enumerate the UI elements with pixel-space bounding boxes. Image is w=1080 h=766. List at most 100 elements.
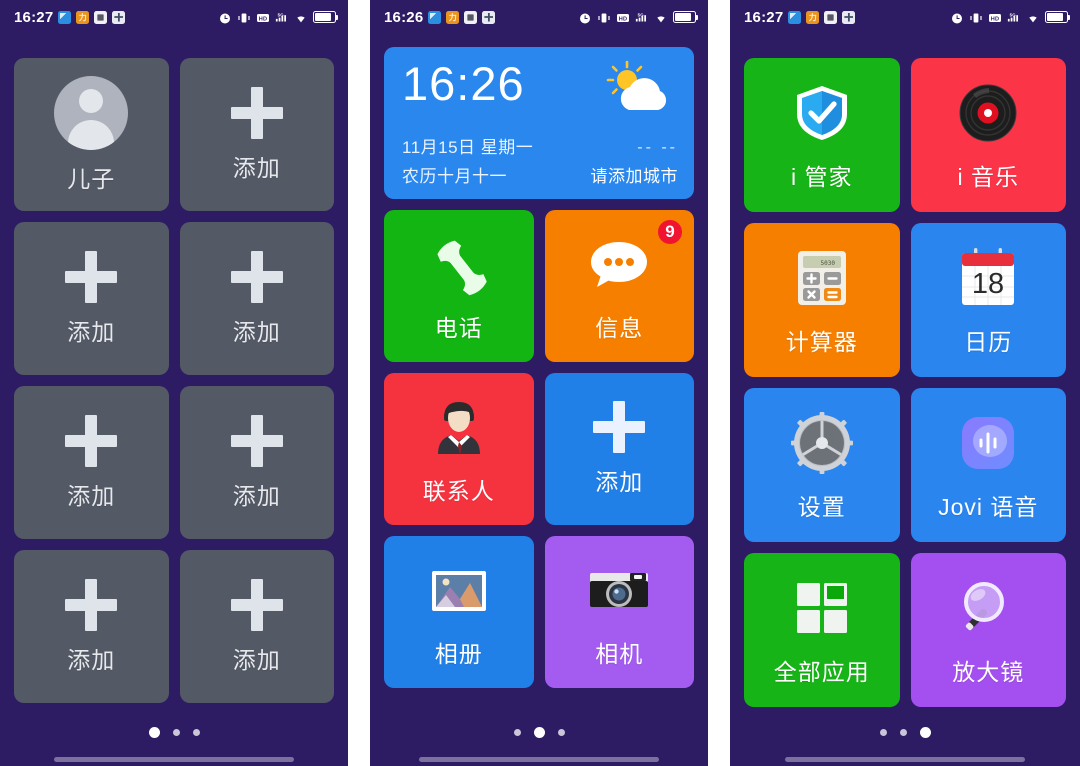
app-album[interactable]: 相册 xyxy=(384,536,534,688)
camera-icon xyxy=(584,555,654,625)
add-contact-4[interactable]: 添加 xyxy=(14,386,169,539)
plus-icon xyxy=(230,86,283,139)
screen-gap-1 xyxy=(348,0,370,766)
add-contact-1[interactable]: 添加 xyxy=(179,58,334,211)
app-camera[interactable]: 相机 xyxy=(544,536,694,688)
plus-icon xyxy=(230,250,283,303)
add-contact-3[interactable]: 添加 xyxy=(179,222,334,375)
add-app[interactable]: 添加 xyxy=(544,373,694,525)
tile-label: 添加 xyxy=(232,482,281,509)
add-contact-2[interactable]: 添加 xyxy=(14,222,169,375)
app-orange-icon: 力 xyxy=(76,10,90,24)
app-contacts[interactable]: 联系人 xyxy=(384,373,534,525)
status-left-2: 16:26 力 xyxy=(384,8,496,26)
page-dot-3[interactable] xyxy=(919,727,931,738)
status-clock: 16:26 xyxy=(384,8,424,26)
page-dot-1[interactable] xyxy=(513,729,521,736)
alarm-icon xyxy=(218,11,232,24)
plus-icon xyxy=(593,401,646,453)
tile-label: 计算器 xyxy=(785,329,858,355)
add-contact-7[interactable]: 添加 xyxy=(179,550,334,703)
app-calendar[interactable]: 18 日历 xyxy=(910,223,1066,377)
app-blue-icon xyxy=(428,10,442,24)
speech-bubble-icon xyxy=(584,229,654,299)
battery-icon xyxy=(673,11,699,23)
tile-label: 日历 xyxy=(964,329,1013,355)
app-messages[interactable]: 9 信息 xyxy=(544,210,694,362)
apps-grid: i 管家 i 音乐 5030 计算器 18 日历 设置 Jovi 语音 全部应用… xyxy=(730,34,1080,707)
widget-bottom-row: 11月15日 星期一 农历十月十一 -- -- 请添加城市 xyxy=(402,133,678,187)
status-bar-3: 16:27 力 HD 5G xyxy=(730,0,1080,34)
tile-label: 相册 xyxy=(434,641,483,667)
svg-text:5G: 5G xyxy=(638,12,645,17)
app-jovi-voice[interactable]: Jovi 语音 xyxy=(910,388,1066,542)
photo-frame-icon xyxy=(424,555,494,625)
app-orange-icon: 力 xyxy=(446,10,460,24)
page-dot-2[interactable] xyxy=(533,727,545,738)
widget-weather-info[interactable]: -- -- 请添加城市 xyxy=(591,139,679,187)
page-dot-1[interactable] xyxy=(148,727,160,738)
app-calculator[interactable]: 5030 计算器 xyxy=(744,223,900,377)
page-dot-2[interactable] xyxy=(172,729,180,736)
wifi-icon xyxy=(654,11,668,24)
screen-gap-2 xyxy=(708,0,730,766)
page-dot-3[interactable] xyxy=(557,729,565,736)
app-i-manager[interactable]: i 管家 xyxy=(744,58,900,212)
signal-5g-icon: 5G xyxy=(635,11,649,24)
vibrate-icon xyxy=(597,11,611,24)
widget-clock: 16:26 xyxy=(402,57,525,110)
unread-badge: 9 xyxy=(656,218,684,246)
app-teal-icon xyxy=(842,10,856,24)
wifi-icon xyxy=(294,11,308,24)
plus-icon xyxy=(65,250,118,303)
battery-icon xyxy=(1045,11,1071,23)
app-phone[interactable]: 电话 xyxy=(384,210,534,362)
vibrate-icon xyxy=(969,11,983,24)
tile-label: 联系人 xyxy=(422,478,495,504)
status-left-1: 16:27 力 xyxy=(14,9,126,26)
home-indicator[interactable] xyxy=(785,757,1025,762)
tile-label: 添加 xyxy=(232,646,281,673)
page-indicator-3[interactable] xyxy=(730,727,1080,738)
tile-label: 添加 xyxy=(595,469,644,495)
contact-son[interactable]: 儿子 xyxy=(14,58,169,211)
plus-icon xyxy=(230,414,283,467)
magnifier-icon xyxy=(953,573,1023,643)
svg-text:5030: 5030 xyxy=(820,260,835,267)
svg-text:HD: HD xyxy=(991,16,999,22)
app-i-music[interactable]: i 音乐 xyxy=(910,58,1066,212)
page-indicator-2[interactable] xyxy=(370,727,708,738)
app-white-icon xyxy=(824,10,838,24)
page-dot-3[interactable] xyxy=(192,729,200,736)
battery-icon xyxy=(313,11,339,23)
hd-icon: HD xyxy=(988,11,1002,24)
app-magnifier[interactable]: 放大镜 xyxy=(910,553,1066,707)
jovi-icon xyxy=(953,408,1023,478)
screenshot-root: 16:27 力 HD 5G 儿子 添加 添加 添加 添加 添加 添加 添加 16… xyxy=(0,0,1080,766)
status-bar-2: 16:26 力 HD 5G xyxy=(370,0,708,34)
gear-icon xyxy=(787,408,857,478)
calculator-icon: 5030 xyxy=(787,243,857,313)
tile-label: 添加 xyxy=(67,482,116,509)
app-all-apps[interactable]: 全部应用 xyxy=(744,553,900,707)
page-dot-2[interactable] xyxy=(899,729,907,736)
page-indicator-1[interactable] xyxy=(0,727,348,738)
status-clock: 16:27 xyxy=(744,8,784,26)
add-contact-6[interactable]: 添加 xyxy=(14,550,169,703)
alarm-icon xyxy=(950,11,964,24)
clock-weather-widget[interactable]: 16:26 11月15日 星期一 农历十月十一 -- -- 请添加城市 xyxy=(384,47,694,199)
widget-date: 11月15日 星期一 xyxy=(402,138,534,157)
svg-text:HD: HD xyxy=(259,16,267,22)
widget-temperature: -- -- xyxy=(637,139,678,156)
tile-label: 全部应用 xyxy=(773,659,870,685)
home-indicator[interactable] xyxy=(419,757,659,762)
alarm-icon xyxy=(578,11,592,24)
app-settings[interactable]: 设置 xyxy=(744,388,900,542)
tile-label: 信息 xyxy=(595,315,644,341)
app-orange-icon: 力 xyxy=(806,10,820,24)
widget-add-city[interactable]: 请添加城市 xyxy=(591,162,679,187)
home-indicator[interactable] xyxy=(54,757,294,762)
page-dot-1[interactable] xyxy=(879,729,887,736)
add-contact-5[interactable]: 添加 xyxy=(179,386,334,539)
status-bar-1: 16:27 力 HD 5G xyxy=(0,0,348,34)
